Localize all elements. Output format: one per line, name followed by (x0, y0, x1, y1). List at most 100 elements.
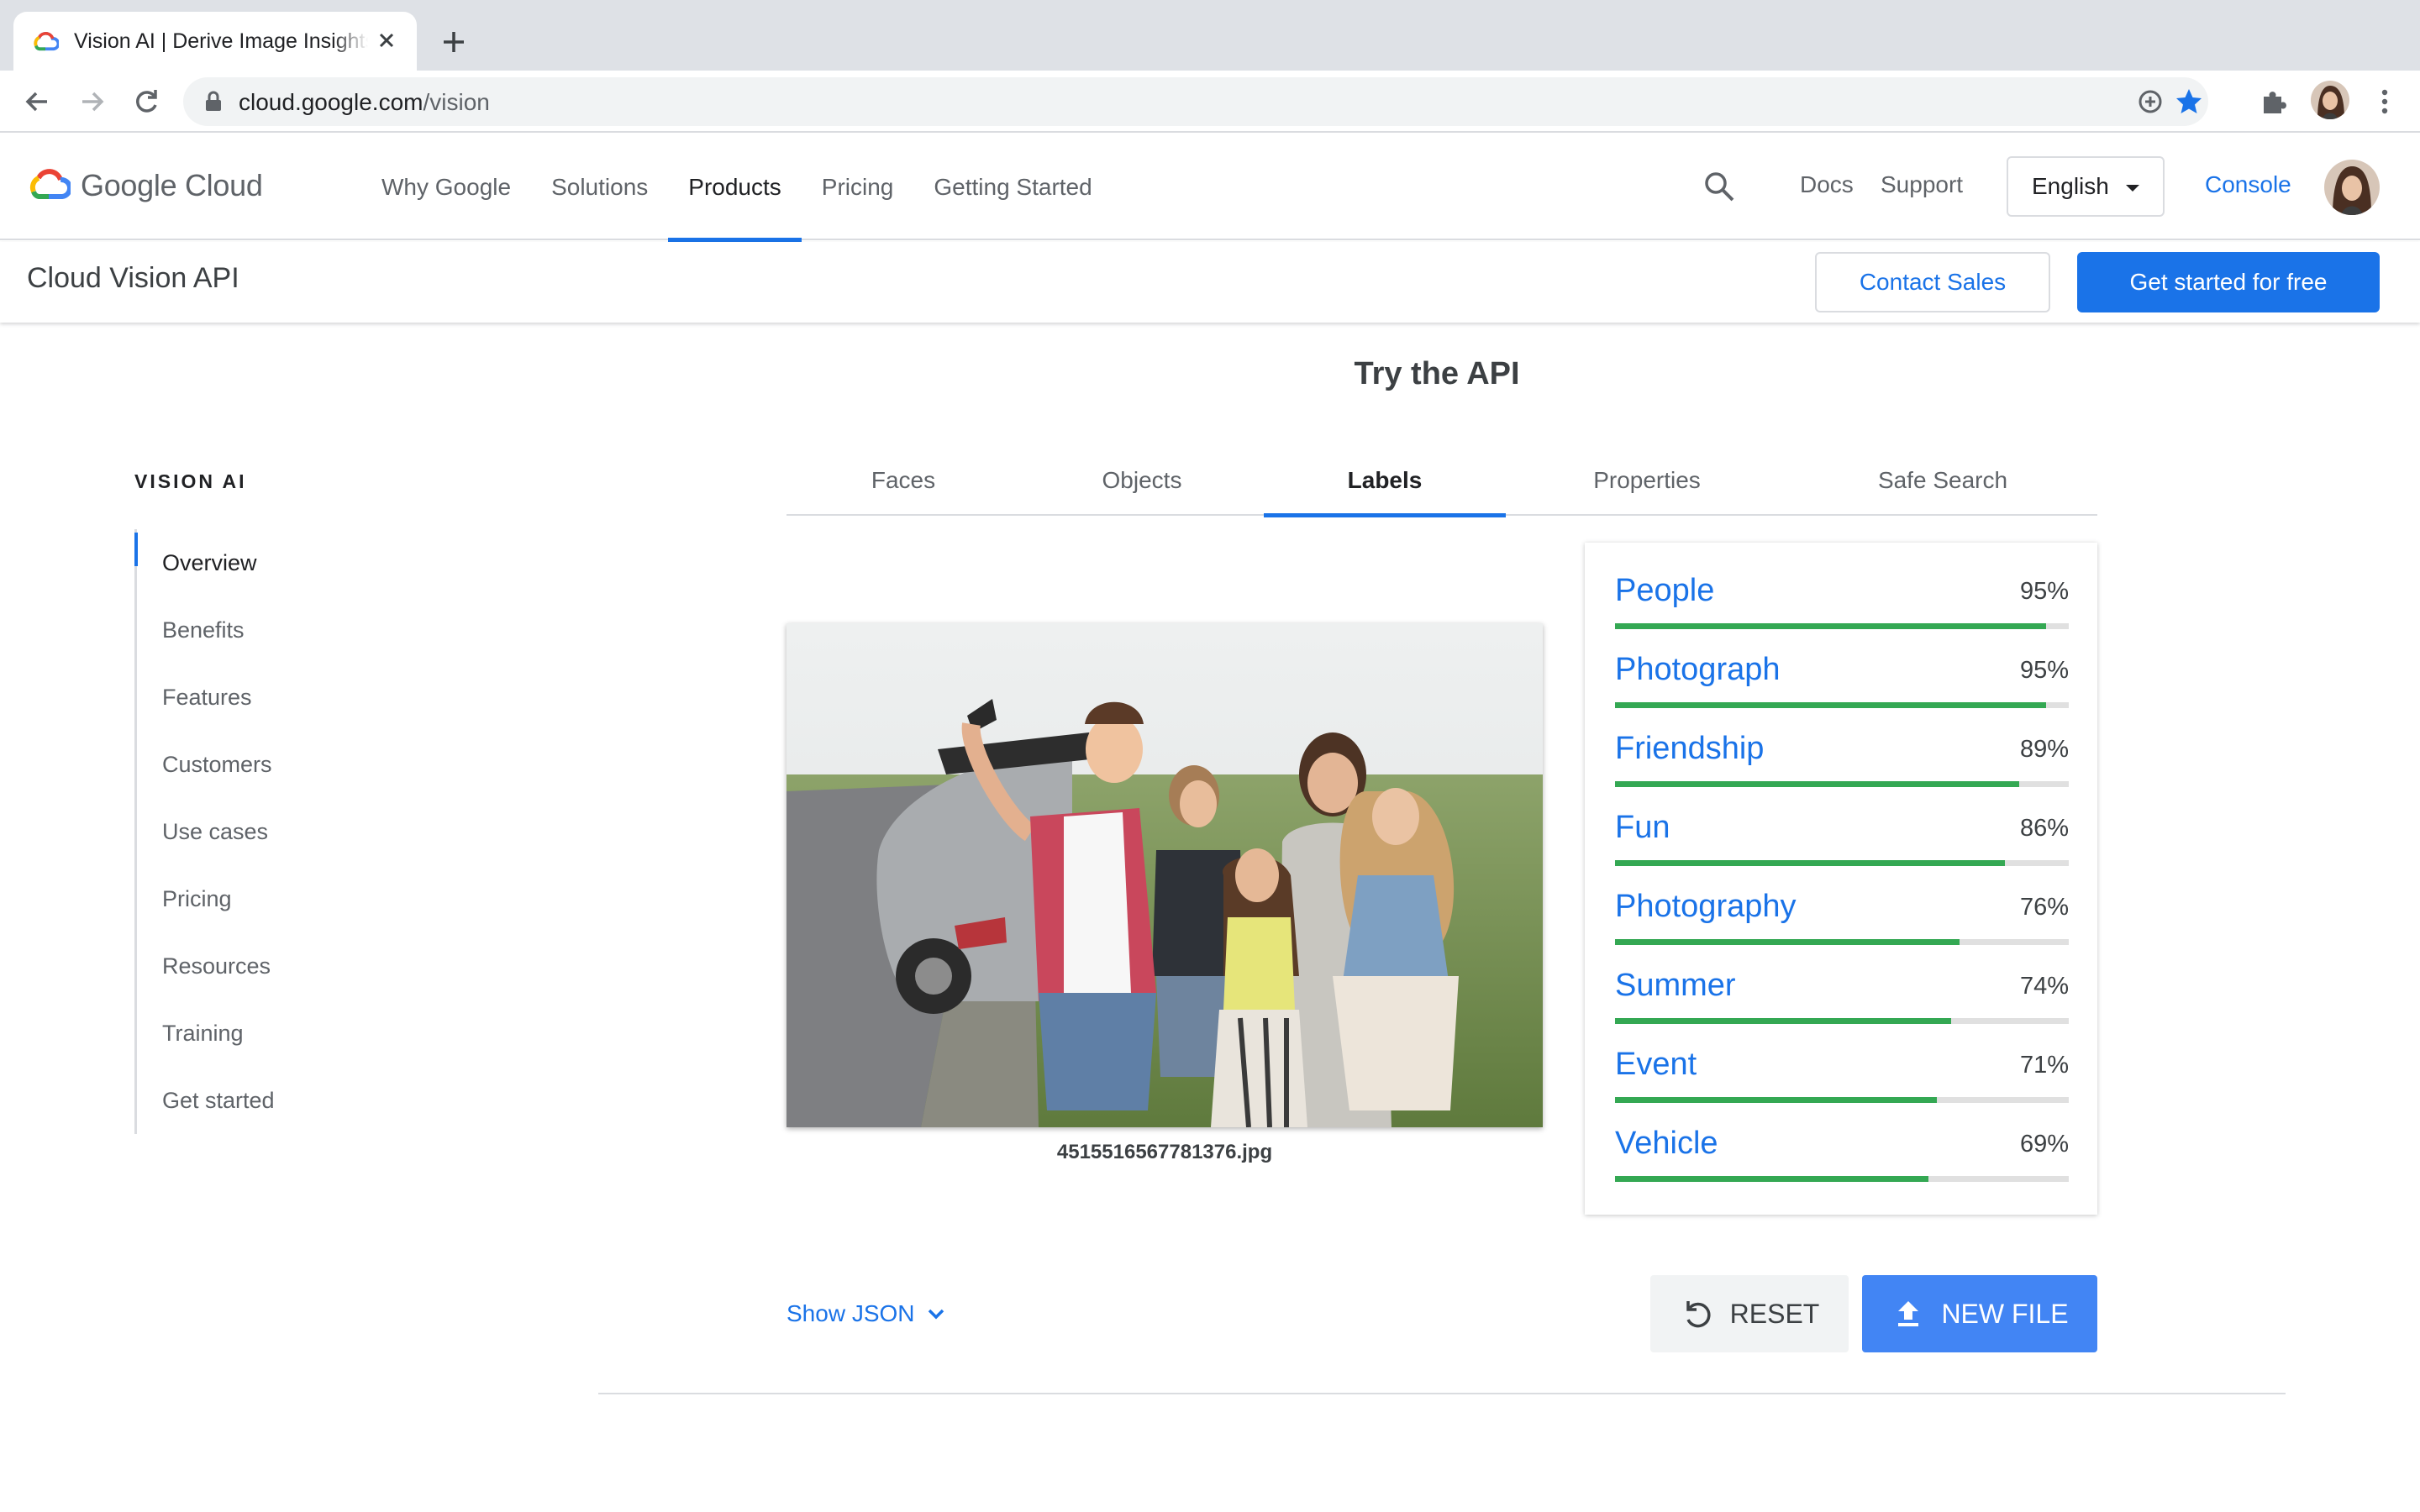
sidenav-item-training[interactable]: Training (137, 1000, 387, 1067)
score-bar-track (1615, 1176, 2069, 1182)
nav-products[interactable]: Products (668, 134, 802, 242)
search-icon[interactable] (1701, 168, 1738, 205)
label-percent: 95% (2019, 578, 2069, 605)
google-cloud-logo-icon[interactable] (27, 166, 71, 202)
google-cloud-favicon-icon (34, 31, 59, 51)
score-bar-fill (1615, 939, 1960, 945)
label-percent: 95% (2019, 657, 2069, 684)
main-nav: Why Google Solutions Products Pricing Ge… (361, 134, 1113, 242)
chevron-down-icon (928, 1309, 944, 1320)
label-name: Fun (1615, 810, 1670, 845)
sidenav-item-pricing[interactable]: Pricing (137, 865, 387, 932)
url-text: cloud.google.com/vision (239, 89, 490, 115)
score-bar-fill (1615, 623, 2046, 629)
label-row: Fun 86% (1615, 810, 2069, 889)
group-selfie-photo-image (786, 623, 1543, 1127)
get-started-free-button[interactable]: Get started for free (2077, 252, 2380, 312)
browser-tab[interactable]: Vision AI | Derive Image Insights via ML (13, 12, 417, 71)
nav-solutions[interactable]: Solutions (531, 134, 668, 240)
tab-faces[interactable]: Faces (786, 445, 1020, 516)
score-bar-track (1615, 1097, 2069, 1103)
sidenav-item-overview[interactable]: Overview (134, 529, 387, 596)
label-name: People (1615, 573, 1715, 608)
nav-pricing[interactable]: Pricing (802, 134, 914, 240)
browser-profile-avatar[interactable] (2311, 81, 2349, 119)
label-row: People 95% (1615, 573, 2069, 652)
sidenav-item-use-cases[interactable]: Use cases (137, 798, 387, 865)
back-arrow-icon[interactable] (20, 85, 54, 118)
tab-title: Vision AI | Derive Image Insights via ML (74, 29, 368, 53)
label-row: Summer 74% (1615, 968, 2069, 1047)
score-bar-track (1615, 781, 2069, 787)
forward-arrow-icon[interactable] (76, 85, 109, 118)
uploaded-photo (786, 623, 1543, 1127)
support-link[interactable]: Support (1881, 171, 1963, 198)
reset-icon (1686, 1301, 1711, 1328)
score-bar-fill (1615, 1176, 1928, 1182)
reset-label: RESET (1729, 1298, 1820, 1329)
language-select[interactable]: English (2007, 156, 2165, 217)
new-file-label: NEW FILE (1941, 1298, 2069, 1329)
reload-icon[interactable] (129, 85, 163, 118)
new-tab-icon[interactable] (437, 25, 471, 59)
label-row: Photography 76% (1615, 889, 2069, 968)
close-tab-icon[interactable] (373, 27, 400, 54)
section-divider (598, 1393, 2286, 1394)
label-row: Photograph 95% (1615, 652, 2069, 731)
score-bar-fill (1615, 702, 2046, 708)
reset-button[interactable]: RESET (1650, 1275, 1849, 1352)
product-title: Cloud Vision API (27, 262, 239, 294)
browser-toolbar: cloud.google.com/vision (0, 71, 2420, 133)
label-row: Friendship 89% (1615, 731, 2069, 810)
add-circle-icon[interactable] (2136, 87, 2165, 116)
label-percent: 74% (2019, 973, 2069, 1000)
docs-link[interactable]: Docs (1800, 171, 1854, 198)
sidenav-item-benefits[interactable]: Benefits (137, 596, 387, 664)
score-bar-track (1615, 860, 2069, 866)
demo-title: Try the API (1354, 356, 1520, 391)
tab-objects[interactable]: Objects (1020, 445, 1264, 516)
product-subheader: Cloud Vision API Contact Sales Get start… (0, 242, 2420, 323)
show-json-label: Show JSON (786, 1300, 915, 1326)
sidenav-item-get-started[interactable]: Get started (137, 1067, 387, 1134)
nav-why-google[interactable]: Why Google (361, 134, 531, 240)
browser-menu-kebab-icon[interactable] (2368, 85, 2402, 118)
sidenav-item-features[interactable]: Features (137, 664, 387, 731)
label-percent: 76% (2019, 894, 2069, 921)
sidenav-item-customers[interactable]: Customers (137, 731, 387, 798)
contact-sales-button[interactable]: Contact Sales (1815, 252, 2050, 312)
bookmark-star-icon[interactable] (2173, 86, 2205, 118)
label-name: Friendship (1615, 731, 1765, 766)
label-row: Event 71% (1615, 1047, 2069, 1126)
console-link[interactable]: Console (2205, 171, 2291, 198)
sidenav-heading: VISION AI (134, 470, 247, 492)
account-avatar[interactable] (2324, 160, 2380, 215)
label-name: Summer (1615, 968, 1736, 1003)
nav-getting-started[interactable]: Getting Started (913, 134, 1112, 240)
sidenav-item-resources[interactable]: Resources (137, 932, 387, 1000)
label-name: Photograph (1615, 652, 1781, 687)
tab-labels[interactable]: Labels (1264, 445, 1506, 517)
new-file-button[interactable]: NEW FILE (1862, 1275, 2097, 1352)
extensions-puzzle-icon[interactable] (2257, 85, 2291, 118)
tab-safe-search[interactable]: Safe Search (1788, 445, 2097, 516)
label-percent: 89% (2019, 736, 2069, 763)
photo-filename: 4515516567781376.jpg (1056, 1141, 1273, 1163)
score-bar-track (1615, 1018, 2069, 1024)
address-bar[interactable]: cloud.google.com/vision (183, 77, 2208, 126)
show-json-toggle[interactable]: Show JSON (786, 1300, 949, 1327)
label-name: Event (1615, 1047, 1697, 1082)
label-name: Vehicle (1615, 1126, 1718, 1161)
tab-properties[interactable]: Properties (1506, 445, 1788, 516)
lock-icon (206, 91, 221, 111)
score-bar-track (1615, 623, 2069, 629)
score-bar-fill (1615, 1018, 1951, 1024)
score-bar-fill (1615, 781, 2019, 787)
score-bar-fill (1615, 1097, 1938, 1103)
side-nav: Overview Benefits Features Customers Use… (134, 529, 387, 1134)
labels-results-panel[interactable]: People 95% Photograph 95% Friendship 89% Fun 86… (1585, 543, 2097, 1215)
score-bar-track (1615, 702, 2069, 708)
brand-name[interactable]: Google Cloud (81, 168, 263, 203)
upload-icon (1898, 1301, 1919, 1326)
score-bar-fill (1615, 860, 2006, 866)
